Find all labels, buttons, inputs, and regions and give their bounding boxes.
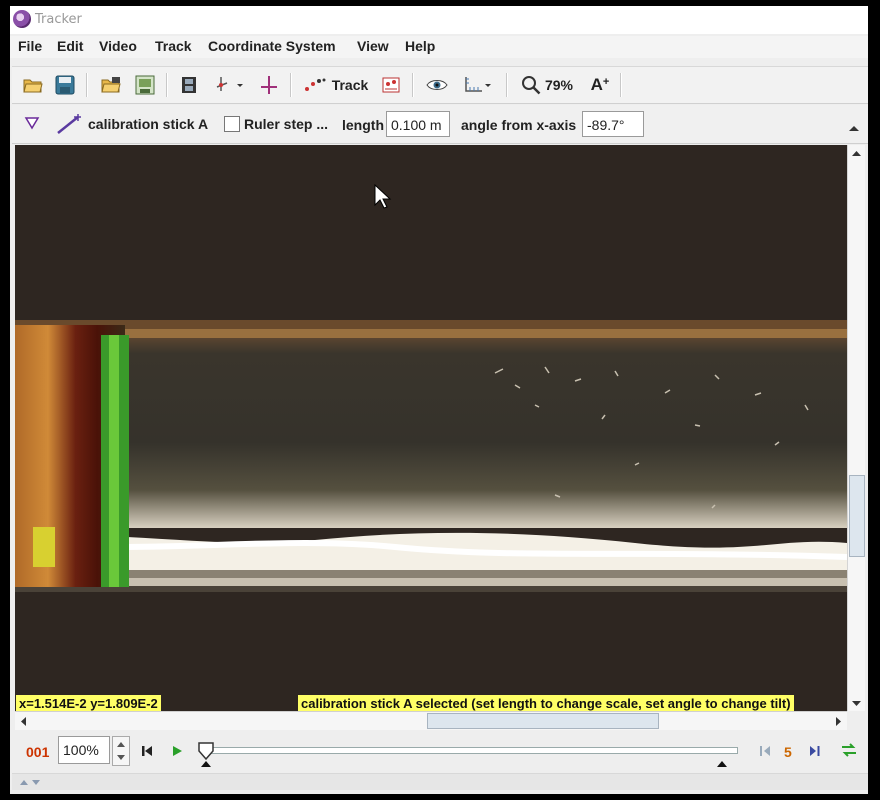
menu-track[interactable]: Track <box>155 38 192 54</box>
toolbar-separator <box>86 73 88 97</box>
frame-number: 001 <box>26 744 50 760</box>
open-folder-icon <box>23 79 43 93</box>
toolbar-separator <box>506 73 508 97</box>
tape-measure-track-icon <box>56 113 84 138</box>
track-button[interactable]: Track <box>302 72 370 98</box>
menu-coordinate-system[interactable]: Coordinate System <box>208 38 336 54</box>
open-video-folder-icon <box>101 77 121 93</box>
vertical-scroll-thumb[interactable] <box>849 475 865 557</box>
horizontal-scroll-thumb[interactable] <box>427 713 659 729</box>
playback-slider-track[interactable] <box>206 747 738 754</box>
playback-rate-spinner[interactable] <box>112 736 130 766</box>
length-label: length <box>342 117 384 133</box>
calibration-cross-icon <box>261 76 277 94</box>
save-disk-icon <box>55 75 75 95</box>
plus-icon: + <box>602 76 610 88</box>
font-size-label: A <box>590 75 603 94</box>
play-icon[interactable] <box>170 744 184 758</box>
ruler-step-checkbox[interactable] <box>224 116 240 132</box>
font-size-button[interactable]: A + <box>586 72 614 98</box>
axes-icon <box>216 77 243 91</box>
step-size[interactable]: 5 <box>784 744 792 760</box>
visibility-button[interactable] <box>424 72 450 98</box>
open-button[interactable] <box>20 72 46 98</box>
zoom-level: 79% <box>544 77 574 93</box>
track-list-icon <box>382 77 400 93</box>
loop-icon[interactable] <box>840 742 858 758</box>
scroll-up-arrow-icon[interactable] <box>851 149 862 157</box>
horizontal-scrollbar[interactable] <box>15 711 847 730</box>
toolbar-separator <box>412 73 414 97</box>
menu-edit[interactable]: Edit <box>57 38 83 54</box>
zoom-button[interactable]: 79% <box>516 72 578 98</box>
playback-rate-field[interactable]: 100% <box>58 736 110 764</box>
magnifier-icon <box>521 76 541 95</box>
collapse-triangle-icon[interactable] <box>24 115 40 134</box>
expand-panels-icon[interactable] <box>18 777 42 787</box>
video-player-bar: 001 100% 5 <box>12 731 868 771</box>
video-view[interactable] <box>15 145 847 711</box>
menu-help[interactable]: Help <box>405 38 435 54</box>
title-bar: Tracker <box>10 6 868 34</box>
data-table-button[interactable] <box>378 72 404 98</box>
menu-video[interactable]: Video <box>99 38 137 54</box>
menu-view[interactable]: View <box>357 38 389 54</box>
export-image-icon <box>135 75 155 95</box>
toolbar-separator <box>620 73 622 97</box>
menu-bar: File Edit Video Track Coordinate System … <box>10 36 868 58</box>
start-marker-icon[interactable] <box>200 760 212 768</box>
toolbar-separator <box>166 73 168 97</box>
angle-label: angle from x-axis <box>461 117 577 133</box>
main-toolbar: Track 79% A + <box>12 66 868 104</box>
clip-settings-button[interactable] <box>176 72 202 98</box>
collapse-toolbar-icon[interactable] <box>848 119 860 135</box>
track-button-label: Track <box>331 77 369 93</box>
grid-options-button[interactable] <box>458 72 498 98</box>
step-forward-icon[interactable] <box>808 744 822 758</box>
bottom-strip <box>12 773 868 790</box>
save-button[interactable] <box>52 72 78 98</box>
open-video-button[interactable] <box>98 72 124 98</box>
tape-measure-button[interactable] <box>256 72 282 98</box>
scroll-left-arrow-icon[interactable] <box>19 716 27 727</box>
ruler-step-label: Ruler step ... <box>244 116 329 132</box>
track-points-icon <box>304 78 326 91</box>
angle-field[interactable]: -89.7° <box>582 111 644 137</box>
playback-slider-thumb[interactable] <box>196 741 216 761</box>
vertical-scrollbar[interactable] <box>847 145 865 711</box>
track-property-bar: calibration stick A Ruler step ... lengt… <box>12 105 868 144</box>
menu-file[interactable]: File <box>18 38 42 54</box>
track-name[interactable]: calibration stick A <box>88 116 208 132</box>
film-strip-icon <box>182 77 196 93</box>
video-frame <box>15 145 847 711</box>
coordinate-axes-button[interactable] <box>210 72 250 98</box>
scroll-right-arrow-icon[interactable] <box>835 716 843 727</box>
scroll-down-arrow-icon[interactable] <box>851 700 862 708</box>
end-marker-icon[interactable] <box>716 760 728 768</box>
length-field[interactable]: 0.100 m <box>386 111 450 137</box>
tracker-app-icon <box>13 10 31 28</box>
eye-icon <box>426 80 448 90</box>
toolbar-separator <box>290 73 292 97</box>
reset-to-start-icon[interactable] <box>140 744 154 758</box>
ruler-grid-icon <box>465 77 491 92</box>
export-button[interactable] <box>132 72 158 98</box>
tracker-window: Tracker File Edit Video Track Coordinate… <box>10 6 868 794</box>
window-title: Tracker <box>35 12 82 27</box>
step-back-icon[interactable] <box>758 744 772 758</box>
